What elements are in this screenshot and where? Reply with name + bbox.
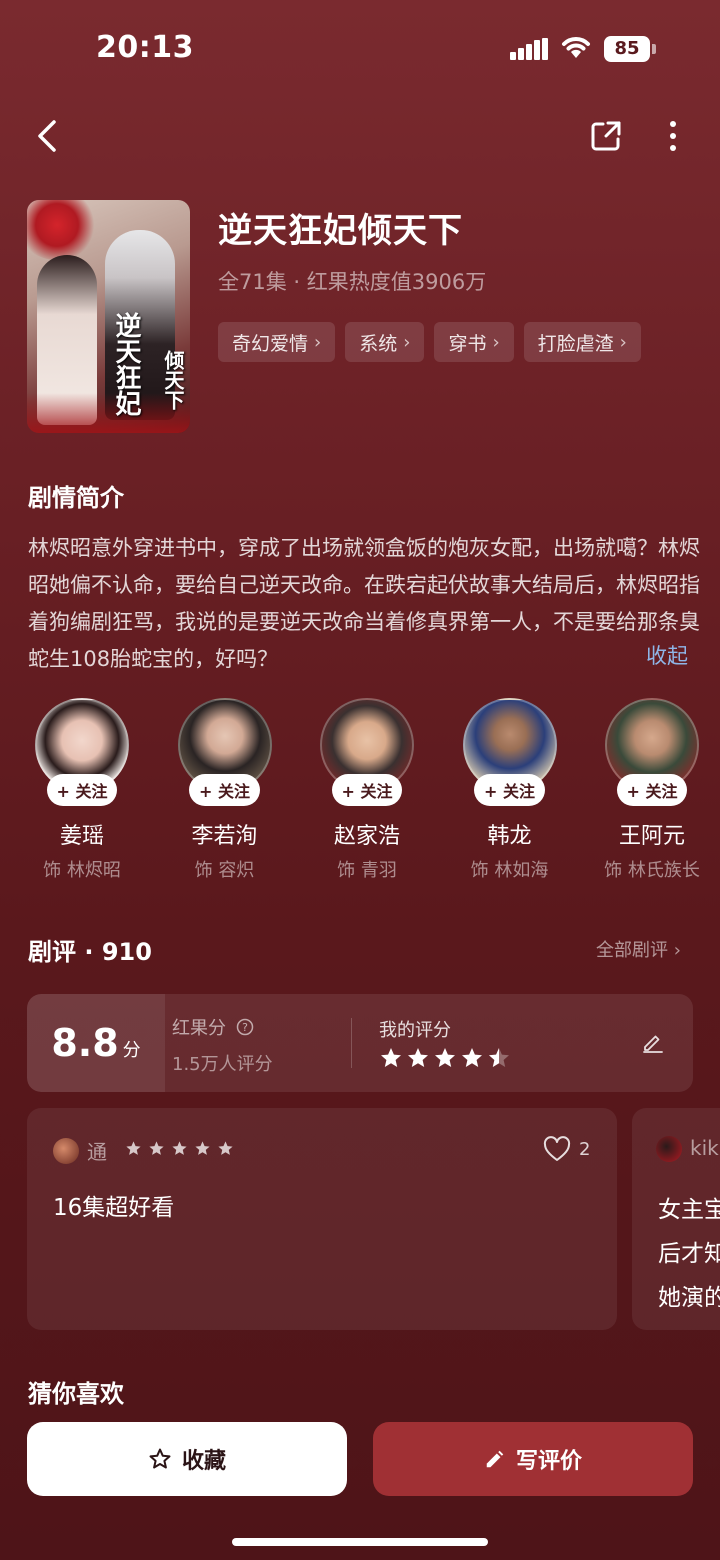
follow-button[interactable]: + 关注 [331, 774, 403, 806]
review-text-line: 她演的 [658, 1285, 720, 1311]
cast-list: + 关注 姜瑶 饰 林烬昭 + 关注 李若洵 饰 容炽 + 关注 赵家浩 饰 青… [22, 698, 712, 882]
review-stars [125, 1140, 234, 1157]
back-icon[interactable] [30, 116, 70, 156]
drama-poster[interactable]: 逆天狂妃 倾天下 [27, 200, 190, 433]
synopsis-text: 林烬昭意外穿进书中，穿成了出场就领盒饭的炮灰女配，出场就噶？林烬昭她偏不认命，要… [28, 536, 700, 671]
star-outline-icon [149, 1448, 171, 1469]
tag-chip[interactable]: 穿书 › [434, 322, 514, 362]
cast-name: 韩龙 [487, 824, 532, 849]
divider [351, 1018, 352, 1068]
score-unit: 分 [122, 1040, 141, 1061]
rating-count: 1.5万人评分 [172, 1054, 273, 1075]
all-reviews-link[interactable]: 全部剧评 › [596, 936, 681, 962]
cast-role: 饰 林氏族长 [604, 860, 700, 881]
my-rating-label: 我的评分 [379, 1020, 451, 1041]
cast-member[interactable]: + 关注 姜瑶 饰 林烬昭 [22, 698, 142, 882]
score-card: 8.8 分 红果分 ? 1.5万人评分 我的评分 [27, 994, 693, 1092]
cast-role: 饰 容炽 [194, 860, 255, 881]
chevron-right-icon: › [619, 331, 627, 353]
tag-chip[interactable]: 打脸虐渣 › [523, 322, 641, 362]
review-card[interactable]: kik 女主宝 后才知 她演的 [632, 1108, 720, 1330]
cast-member[interactable]: + 关注 李若洵 饰 容炽 [165, 698, 285, 882]
star-icon[interactable] [406, 1046, 430, 1070]
wifi-icon [560, 34, 592, 60]
follow-button[interactable]: + 关注 [474, 774, 545, 806]
collapse-button[interactable]: 收起 [646, 640, 688, 670]
help-icon[interactable]: ? [236, 1018, 254, 1036]
score-box: 8.8 分 [27, 994, 165, 1092]
cast-role: 饰 青羽 [337, 860, 397, 881]
avatar [656, 1136, 682, 1162]
tag-label: 奇幻爱情 [232, 332, 309, 355]
star-icon[interactable] [460, 1046, 484, 1070]
cast-member[interactable]: + 关注 王阿元 饰 林氏族长 [592, 698, 712, 882]
star-icon[interactable] [379, 1046, 403, 1070]
follow-button[interactable]: + 关注 [46, 774, 118, 806]
tag-label: 系统 [359, 332, 398, 355]
tag-label: 打脸虐渣 [537, 332, 614, 355]
status-time: 20:13 [96, 30, 194, 65]
hongguo-label-text: 红果分 [172, 1018, 226, 1039]
review-username: kik [690, 1136, 719, 1160]
like-count: 2 [579, 1138, 591, 1160]
chevron-right-icon: › [403, 331, 411, 353]
review-text-line: 后才知 [658, 1241, 720, 1267]
heart-icon [543, 1136, 571, 1161]
cast-name: 赵家浩 [333, 824, 400, 849]
poster-title-text: 逆天狂妃 [111, 312, 141, 416]
svg-text:?: ? [242, 1021, 248, 1034]
pen-icon [486, 1450, 504, 1468]
reviews-heading: 剧评 · 910 [28, 938, 152, 966]
battery-icon: 85 [604, 36, 656, 62]
star-icon[interactable] [433, 1046, 457, 1070]
cast-role: 饰 林如海 [470, 860, 549, 881]
review-text: 16集超好看 [53, 1195, 175, 1221]
battery-level: 85 [604, 36, 650, 62]
star-half-icon[interactable] [487, 1046, 511, 1070]
cast-member[interactable]: + 关注 赵家浩 饰 青羽 [307, 698, 427, 882]
recommend-heading: 猜你喜欢 [28, 1380, 124, 1408]
review-text-line: 女主宝 [658, 1197, 720, 1223]
follow-button[interactable]: + 关注 [189, 774, 260, 806]
star-icon [218, 1141, 233, 1155]
cellular-signal-icon [510, 38, 548, 60]
star-icon [126, 1141, 141, 1155]
tag-label: 穿书 [448, 332, 487, 355]
star-icon [149, 1141, 164, 1155]
poster-subtitle-text: 倾天下 [161, 350, 185, 410]
chevron-right-icon: › [492, 331, 500, 353]
cast-name: 李若洵 [191, 824, 258, 849]
chevron-right-icon: › [314, 331, 322, 353]
cast-member[interactable]: + 关注 韩龙 饰 林如海 [450, 698, 570, 882]
more-options-icon[interactable] [658, 118, 688, 154]
star-icon [195, 1141, 210, 1155]
home-indicator[interactable] [232, 1538, 488, 1546]
tag-chip[interactable]: 奇幻爱情 › [218, 322, 336, 362]
synopsis-heading: 剧情简介 [28, 484, 124, 512]
hongguo-score-label: 红果分 ? [172, 1014, 254, 1040]
cast-role: 饰 林烬昭 [43, 860, 121, 881]
my-rating-stars[interactable] [379, 1046, 511, 1070]
share-icon[interactable] [588, 118, 624, 154]
edit-icon[interactable] [641, 1030, 665, 1054]
tag-list: 奇幻爱情 › 系统 › 穿书 › 打脸虐渣 › [218, 322, 641, 362]
like-button[interactable]: 2 [543, 1136, 590, 1162]
favorite-label: 收藏 [181, 1449, 226, 1474]
favorite-button[interactable]: 收藏 [27, 1422, 347, 1496]
star-icon [172, 1141, 187, 1155]
review-username: 通 [87, 1140, 107, 1164]
follow-button[interactable]: + 关注 [616, 774, 688, 806]
score-value: 8.8 [51, 1021, 119, 1065]
cast-name: 姜瑶 [59, 824, 104, 849]
review-card[interactable]: 通 2 16集超好看 [27, 1108, 617, 1330]
review-text: 女主宝 后才知 她演的 [658, 1188, 720, 1320]
tag-chip[interactable]: 系统 › [345, 322, 425, 362]
write-review-button[interactable]: 写评价 [373, 1422, 693, 1496]
drama-title: 逆天狂妃倾天下 [218, 211, 463, 251]
cast-name: 王阿元 [618, 824, 685, 849]
avatar [53, 1138, 79, 1164]
drama-meta: 全71集 · 红果热度值3906万 [218, 270, 487, 294]
write-review-label: 写评价 [515, 1449, 582, 1474]
